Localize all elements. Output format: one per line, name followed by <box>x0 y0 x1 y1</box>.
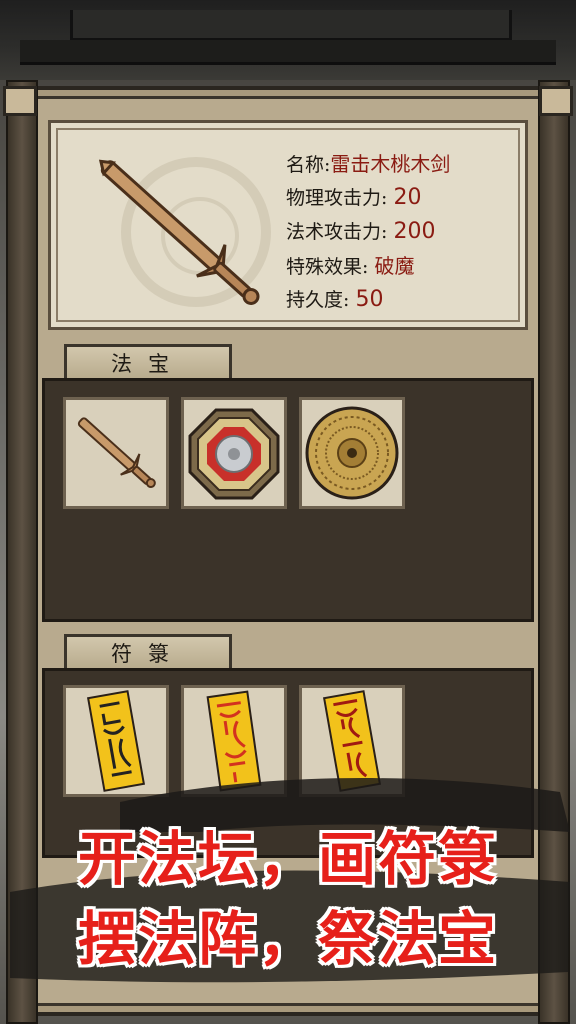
tab-treasures[interactable]: 法宝 <box>64 344 232 380</box>
item-name-value: 雷击木桃木剑 <box>330 152 451 176</box>
durability-label: 持久度: <box>286 289 350 311</box>
physical-attack-label: 物理攻击力: <box>286 187 388 209</box>
tab-talismans[interactable]: 符箓 <box>64 634 232 670</box>
slogan-line-2: 摆法阵，祭法宝 <box>77 905 498 973</box>
peachwood-sword-large-icon <box>98 159 260 305</box>
durability-row: 持久度: 50 <box>286 283 516 317</box>
luopan-compass-icon <box>305 406 399 500</box>
item-name-label: 名称: <box>286 154 331 176</box>
magic-attack-value: 200 <box>393 219 436 244</box>
item-name-row: 名称:雷击木桃木剑 <box>286 147 516 181</box>
treasure-slot-compass[interactable] <box>299 397 405 509</box>
special-effect-label: 特殊效果: <box>286 256 369 278</box>
roof-frame <box>70 10 512 41</box>
corner-cap-right <box>539 86 573 116</box>
magic-attack-row: 法术攻击力: 200 <box>286 215 516 249</box>
durability-value: 50 <box>355 287 384 312</box>
physical-attack-row: 物理攻击力: 20 <box>286 181 516 215</box>
special-effect-row: 特殊效果: 破魔 <box>286 249 516 283</box>
peachwood-sword-icon <box>77 417 156 489</box>
slogan-line-1: 开法坛，画符箓 <box>77 825 498 893</box>
treasure-slot-sword[interactable] <box>63 397 169 509</box>
bagua-mirror-icon <box>188 408 280 500</box>
item-info-card: 名称:雷击木桃木剑 物理攻击力: 20 法术攻击力: 200 特殊效果: 破魔 … <box>48 120 528 330</box>
roof-header <box>0 0 576 80</box>
treasure-slot-bagua-mirror[interactable] <box>181 397 287 509</box>
special-effect-value: 破魔 <box>374 254 415 278</box>
treasures-tray <box>42 378 534 622</box>
roof-beam <box>20 40 556 65</box>
corner-cap-left <box>3 86 37 116</box>
physical-attack-value: 20 <box>393 185 422 210</box>
magic-attack-label: 法术攻击力: <box>286 221 388 243</box>
